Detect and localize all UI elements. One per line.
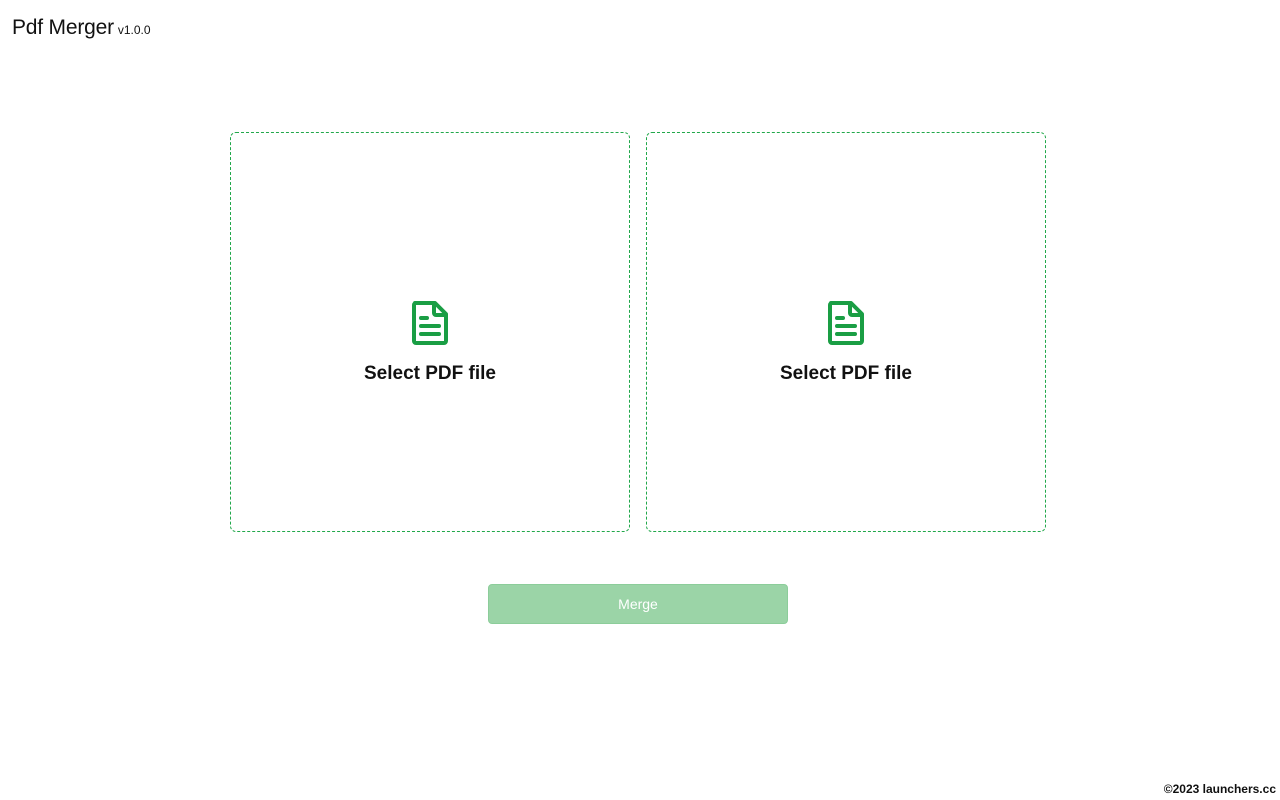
app-window: Pdf Merger v1.0.0 Select PDF file Select… <box>0 0 1280 800</box>
merge-button[interactable]: Merge <box>488 584 788 624</box>
app-version: v1.0.0 <box>117 23 151 37</box>
file-text-icon <box>828 301 864 345</box>
drop-zone-label: Select PDF file <box>364 363 496 384</box>
footer-copyright: ©2023 launchers.cc <box>1163 782 1276 796</box>
app-header: Pdf Merger v1.0.0 <box>12 16 151 40</box>
pdf-drop-zone-1[interactable]: Select PDF file <box>230 132 630 532</box>
pdf-drop-zone-2[interactable]: Select PDF file <box>646 132 1046 532</box>
file-text-icon <box>412 301 448 345</box>
drop-zone-label: Select PDF file <box>780 363 912 384</box>
app-title: Pdf Merger <box>12 16 114 39</box>
